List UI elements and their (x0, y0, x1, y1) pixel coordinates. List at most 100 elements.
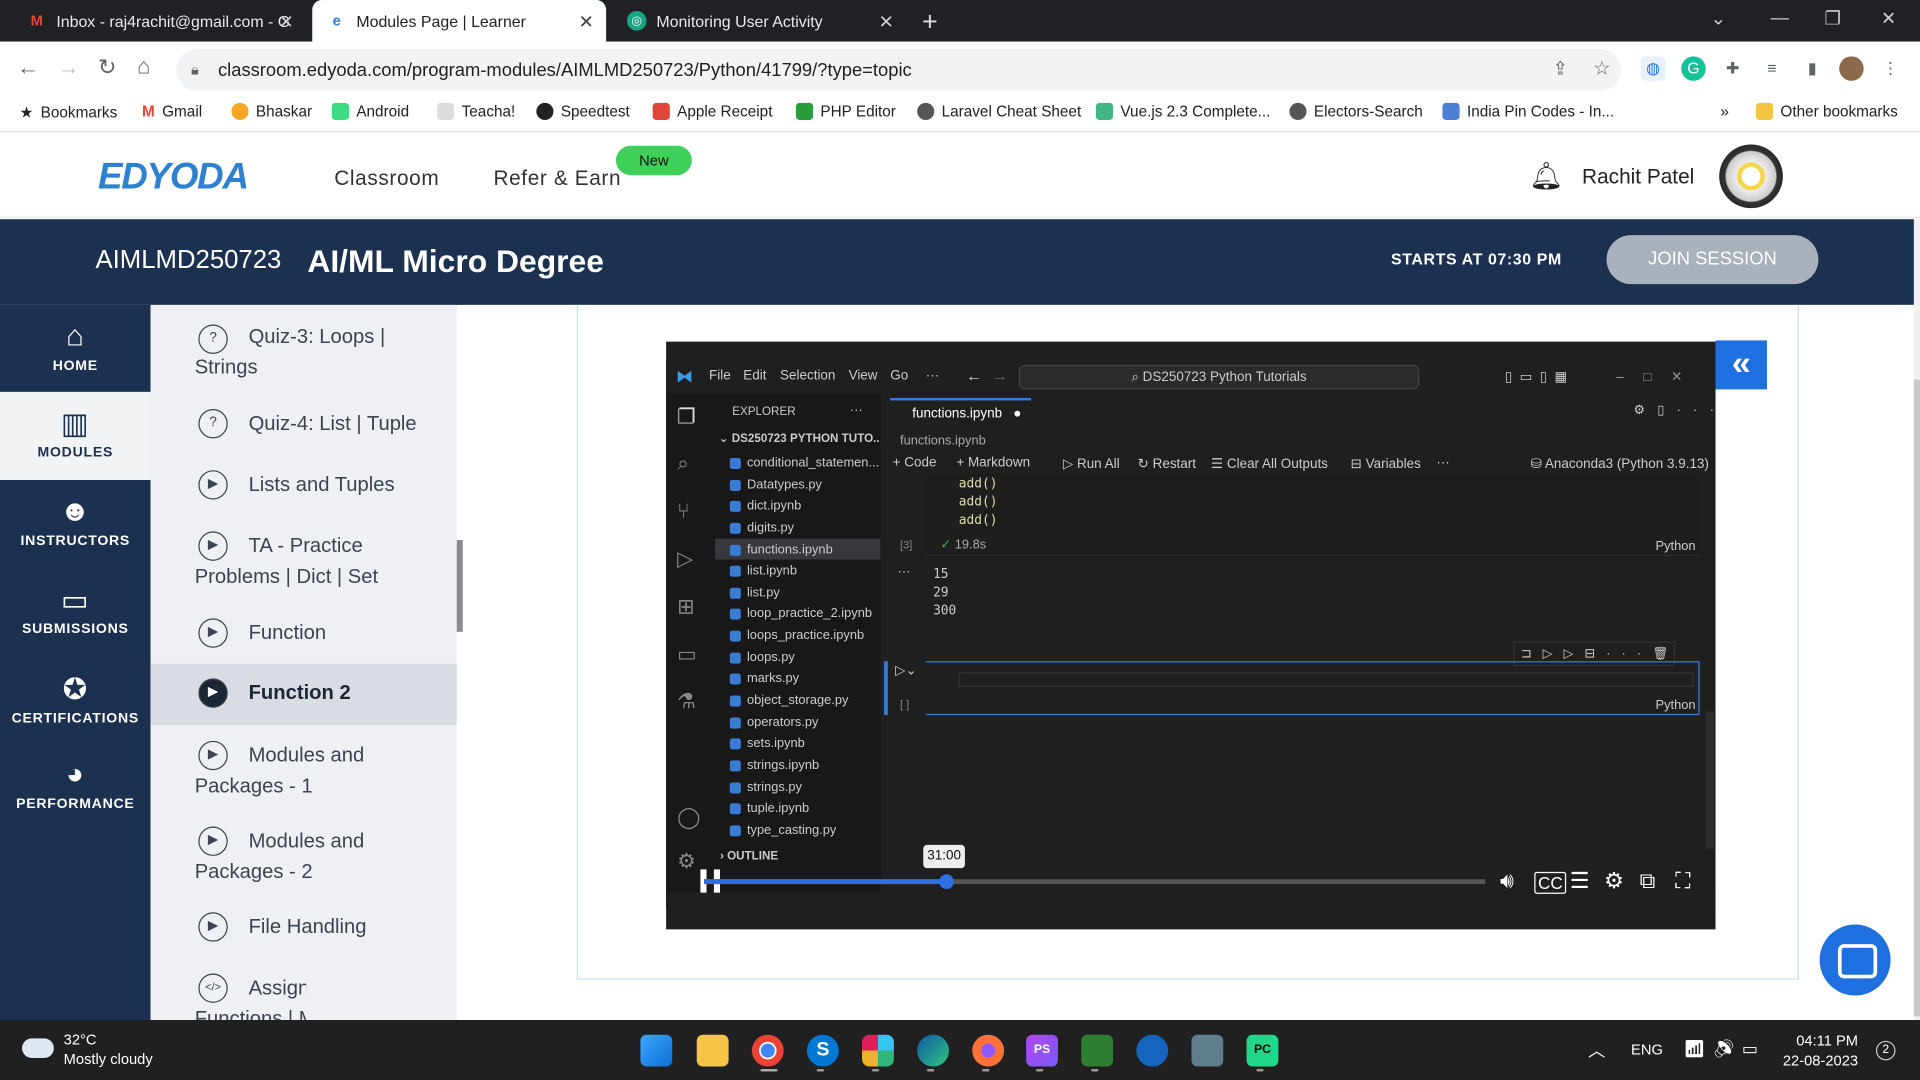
bookmark-item[interactable]: Laravel Cheat Sheet (917, 102, 1081, 121)
file-icon (729, 717, 741, 729)
snipping-tool-icon[interactable] (1191, 1034, 1224, 1067)
app-indicator (1256, 1068, 1264, 1072)
side-panel-icon[interactable]: ▮ (1800, 56, 1824, 80)
bookmark-item[interactable]: Vue.js 2.3 Complete... (1095, 102, 1270, 121)
bell-icon[interactable]: 🔔︎ (1529, 160, 1563, 192)
menu-kebab-icon[interactable]: ⋮ (1878, 56, 1902, 80)
bookmark-item[interactable]: ★ Bookmarks (20, 103, 118, 121)
explorer-file: loops.py (729, 650, 795, 665)
edyoda-icon: e (332, 12, 341, 30)
lock-icon[interactable]: 🔒︎ (191, 61, 199, 79)
sheets-icon[interactable] (1081, 1034, 1114, 1067)
reload-icon[interactable]: ↻ (98, 55, 116, 81)
extensions-puzzle-icon[interactable]: ✚ (1720, 56, 1744, 80)
weather-cloud-icon (22, 1038, 54, 1058)
bookmark-item[interactable]: Electors-Search (1289, 102, 1423, 121)
page-scrollbar[interactable] (1913, 379, 1920, 1017)
video-progress-handle[interactable] (938, 874, 954, 889)
bookmark-item[interactable]: M Gmail (142, 103, 202, 120)
bookmark-item[interactable]: Apple Receipt (652, 102, 772, 121)
module-item[interactable]: ▶ File Handling (0, 912, 367, 944)
edyoda-logo[interactable]: EDYODA (98, 157, 249, 199)
module-item[interactable]: ▶ Function (0, 618, 326, 650)
skype-icon[interactable]: S (806, 1034, 839, 1067)
module-item[interactable]: </> Assignment-3: Functions | Modules (0, 973, 306, 1020)
edge-icon[interactable] (917, 1034, 949, 1067)
other-bookmarks[interactable]: Other bookmarks (1755, 102, 1898, 121)
network-volume-battery-icons[interactable]: 📶︎🔊︎▭ (1684, 1038, 1766, 1059)
explorer-file: digits.py (729, 520, 794, 535)
close-window-button[interactable]: ✕ (1881, 7, 1896, 30)
file-icon (729, 479, 741, 491)
home-browser-icon[interactable]: ⌂ (137, 54, 150, 80)
volume-icon[interactable]: 🔊︎ (1500, 868, 1514, 894)
module-item[interactable]: ▶ Modules and Packages - 2 (0, 826, 364, 888)
remote-icon: ▭ (677, 642, 697, 667)
explorer-title: EXPLORER (732, 405, 796, 419)
restore-button[interactable]: ❐ (1825, 7, 1841, 30)
bookmark-item[interactable]: Android (331, 102, 409, 121)
close-tab-icon[interactable]: ✕ (278, 11, 293, 33)
tab-monitoring[interactable]: ◎ Monitoring User Activity ✕ (612, 0, 906, 42)
share-icon[interactable]: ⇪ (1553, 58, 1568, 80)
play-icon: ▷ (1062, 456, 1077, 472)
tray-chevron-up-icon[interactable]: ︿ (1588, 1038, 1605, 1062)
avatar[interactable] (1719, 144, 1783, 209)
bookmark-item[interactable]: Bhaskar (231, 102, 312, 121)
file-explorer-icon[interactable] (696, 1034, 729, 1067)
module-item[interactable]: ▶ TA - Practice Problems | Dict | Set (0, 531, 378, 592)
grammarly-icon[interactable]: G (1681, 56, 1706, 81)
pycharm-icon[interactable]: PC (1246, 1034, 1279, 1067)
system-clock[interactable]: 04:11 PM 22-08-2023 (1783, 1031, 1858, 1070)
bookmark-item[interactable]: Speedtest (536, 102, 630, 121)
profile-avatar-icon[interactable] (1839, 56, 1864, 81)
module-item[interactable]: ▶ Lists and Tuples (0, 470, 395, 502)
new-tab-button[interactable]: + (922, 6, 938, 38)
tab-search-icon[interactable]: ⌄ (1711, 7, 1726, 30)
phpstorm-icon[interactable]: PS (1026, 1034, 1058, 1067)
extension-icon[interactable]: ◍ (1640, 56, 1666, 81)
close-tab-icon[interactable]: ✕ (578, 11, 593, 33)
chat-support-icon[interactable] (1819, 924, 1891, 996)
file-icon (729, 782, 741, 794)
tab-modules-page[interactable]: e Modules Page | Learner ✕ (312, 0, 607, 42)
nav-refer-earn[interactable]: Refer & Earn (493, 167, 621, 191)
minimize-button[interactable]: — (1771, 7, 1789, 28)
more-bookmarks-button[interactable]: » (1720, 103, 1729, 120)
chrome-icon[interactable] (751, 1034, 784, 1067)
firefox-icon[interactable] (972, 1034, 1005, 1067)
vscode-menu-item: View (848, 368, 878, 384)
language-indicator[interactable]: ENG (1631, 1041, 1663, 1058)
join-session-button[interactable]: JOIN SESSION (1606, 235, 1819, 285)
user-name[interactable]: Rachit Patel (1582, 165, 1694, 189)
module-item[interactable]: ▶ Modules and Packages - 1 (0, 740, 364, 802)
notification-badge[interactable]: 2 (1875, 1040, 1896, 1061)
captions-icon[interactable]: CC (1534, 871, 1567, 894)
run-cell-icon: ▷⌄ (895, 663, 917, 679)
playlist-icon[interactable]: ☰ (1570, 868, 1590, 894)
forward-icon[interactable]: → (58, 55, 80, 81)
nav-classroom[interactable]: Classroom (334, 167, 439, 191)
maps-icon[interactable] (1136, 1034, 1169, 1067)
back-icon[interactable]: ← (17, 55, 39, 81)
bookmark-star-icon[interactable]: ☆ (1593, 56, 1611, 80)
media-queue-icon[interactable]: ≡ (1760, 56, 1784, 80)
settings-icon[interactable]: ⚙ (1604, 868, 1624, 894)
fullscreen-icon[interactable]: ⛶ (1675, 868, 1690, 894)
collapse-panel-icon[interactable]: « (1715, 340, 1767, 390)
close-tab-icon[interactable]: ✕ (878, 11, 893, 33)
picture-in-picture-icon[interactable]: ⧉ (1640, 868, 1656, 894)
outline-section: › OUTLINE (720, 849, 779, 864)
module-item[interactable]: ? Quiz-3: Loops | Strings (0, 322, 385, 383)
tab-gmail[interactable]: M Inbox - raj4rachit@gmail.com - G ✕ (12, 0, 306, 42)
weather-widget[interactable]: 32°C Mostly cloudy (64, 1030, 153, 1069)
bookmark-item[interactable]: India Pin Codes - In... (1442, 102, 1614, 121)
module-item[interactable]: ? Quiz-4: List | Tuple (0, 408, 417, 441)
module-item-active[interactable]: ▶ Function 2 (150, 663, 457, 725)
slack-icon[interactable] (862, 1034, 894, 1067)
windows-start-icon[interactable] (640, 1034, 673, 1067)
layout-icons: ▯▭▯▦ (1504, 369, 1575, 385)
sidebar-item-certifications[interactable]: ✪ CERTIFICATIONS (0, 658, 151, 746)
bookmark-item[interactable]: PHP Editor (795, 102, 896, 121)
bookmark-item[interactable]: Teacha! (437, 102, 515, 121)
